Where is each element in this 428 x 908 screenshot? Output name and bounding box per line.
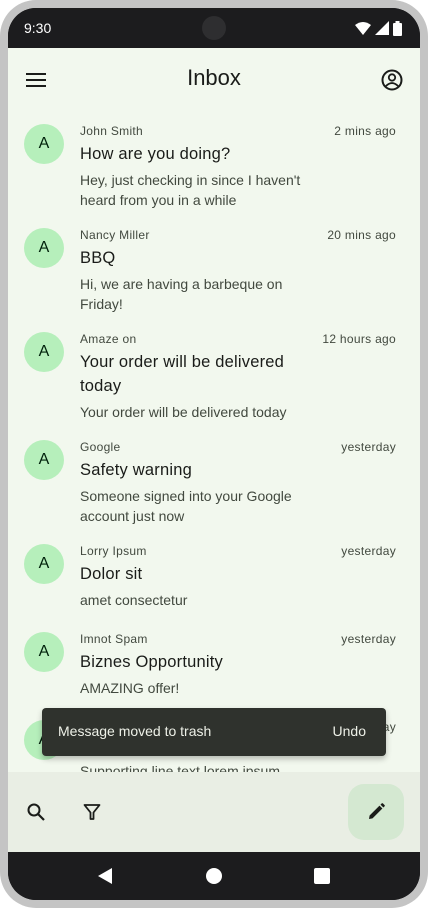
- list-item[interactable]: A Nancy Miller 20 mins ago BBQ Hi, we ar…: [8, 216, 420, 320]
- status-bar: 9:30: [8, 8, 420, 48]
- back-triangle-icon[interactable]: [98, 868, 112, 884]
- filter-button[interactable]: [72, 792, 112, 832]
- system-nav-bar: [8, 852, 420, 900]
- message-preview: Your order will be delivered today: [80, 404, 287, 420]
- search-icon: [27, 803, 45, 821]
- message-subject: Biznes Opportunity: [80, 653, 224, 671]
- list-item[interactable]: A Lorry Ipsum yesterday Dolor sit amet c…: [8, 532, 420, 620]
- avatar: A: [24, 440, 64, 480]
- search-button[interactable]: [16, 792, 56, 832]
- message-time: 2 mins ago: [334, 124, 396, 138]
- avatar: A: [24, 228, 64, 268]
- signal-icon: [375, 21, 389, 35]
- sender-name: John Smith: [80, 124, 144, 138]
- wifi-icon: [355, 22, 371, 35]
- message-time: yesterday: [341, 544, 396, 558]
- avatar: A: [24, 332, 64, 372]
- list-item[interactable]: A Amaze on 12 hours ago Your order will …: [8, 320, 420, 428]
- avatar: A: [24, 124, 64, 164]
- phone-screen-frame: 9:30 Inbox A John Smith 2 mins ago How a…: [8, 8, 420, 900]
- avatar: A: [24, 544, 64, 584]
- bottom-app-bar: [8, 772, 420, 852]
- message-time: 12 hours ago: [322, 332, 396, 346]
- pencil-icon: [369, 803, 385, 819]
- message-preview: Someone signed into your Google account …: [80, 488, 292, 524]
- message-subject: Safety warning: [80, 461, 192, 479]
- avatar: A: [24, 632, 64, 672]
- message-preview: Hey, just checking in since I haven't he…: [80, 172, 301, 208]
- sender-name: Google: [80, 440, 121, 454]
- filter-icon: [83, 804, 101, 820]
- status-time: 9:30: [24, 20, 52, 36]
- message-preview: AMAZING offer!: [80, 680, 180, 696]
- camera-cutout: [202, 16, 226, 40]
- message-subject: Your order will be delivered today: [80, 353, 285, 395]
- sender-name: Lorry Ipsum: [80, 544, 147, 558]
- account-button[interactable]: [372, 60, 412, 100]
- message-time: yesterday: [341, 632, 396, 646]
- snackbar: Message moved to trash Undo: [42, 708, 386, 756]
- page-title: Inbox: [187, 65, 241, 90]
- message-preview: amet consectetur: [80, 592, 188, 608]
- message-time: 20 mins ago: [327, 228, 396, 242]
- app-screen: Inbox A John Smith 2 mins ago How are yo…: [8, 48, 420, 852]
- snackbar-message: Message moved to trash: [58, 723, 212, 739]
- status-icons: [355, 20, 402, 36]
- home-circle-icon[interactable]: [206, 868, 222, 884]
- device-frame: 9:30 Inbox A John Smith 2 mins ago How a…: [0, 0, 428, 908]
- recents-square-icon[interactable]: [314, 868, 330, 884]
- list-item[interactable]: A John Smith 2 mins ago How are you doin…: [8, 112, 420, 216]
- sender-name: Nancy Miller: [80, 228, 150, 242]
- list-item[interactable]: A Google yesterday Safety warning Someon…: [8, 428, 420, 532]
- account-circle-icon: [381, 69, 403, 91]
- sender-name: Imnot Spam: [80, 632, 148, 646]
- message-subject: Dolor sit: [80, 565, 143, 583]
- compose-fab[interactable]: [348, 784, 404, 840]
- battery-icon: [393, 20, 402, 36]
- message-subject: BBQ: [80, 249, 116, 267]
- message-preview: Hi, we are having a barbeque on Friday!: [80, 276, 283, 312]
- undo-button[interactable]: Undo: [333, 723, 366, 739]
- message-subject: How are you doing?: [80, 145, 231, 163]
- sender-name: Amaze on: [80, 332, 137, 346]
- list-item[interactable]: A Imnot Spam yesterday Biznes Opportunit…: [8, 620, 420, 708]
- message-time: yesterday: [341, 440, 396, 454]
- top-app-bar: Inbox: [8, 48, 420, 112]
